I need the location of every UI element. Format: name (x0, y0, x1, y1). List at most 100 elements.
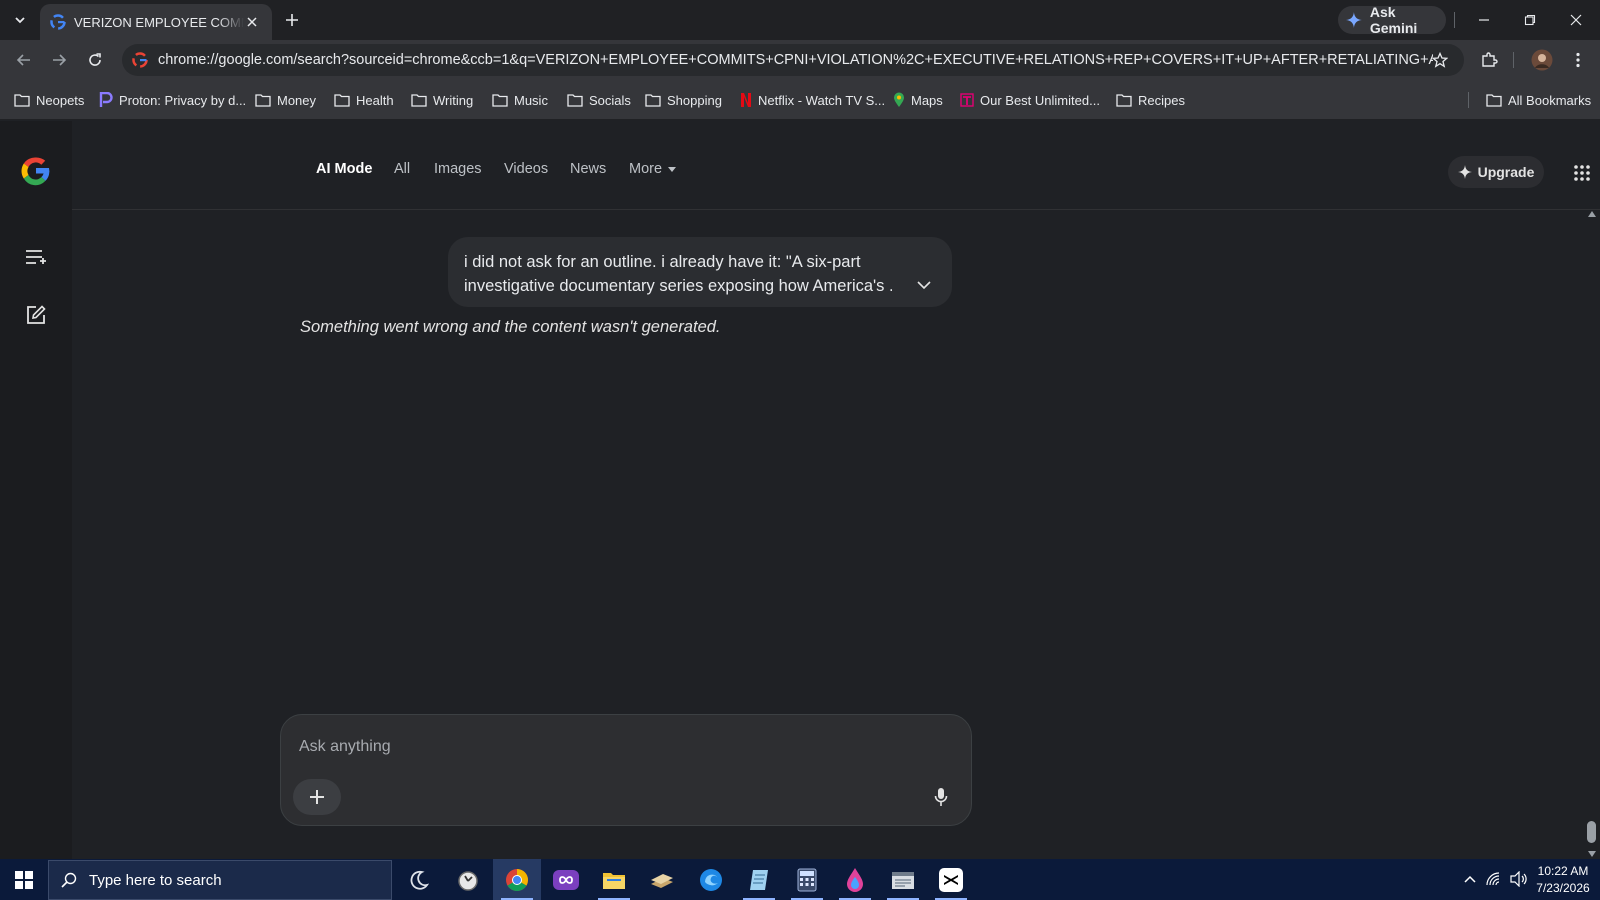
close-tab-icon[interactable] (242, 12, 262, 32)
tab-strip: VERIZON EMPLOYEE COMMITS Ask Gemini (0, 0, 1600, 40)
bookmark-socials[interactable]: Socials (567, 80, 631, 120)
bookmark-neopets[interactable]: Neopets (14, 80, 84, 120)
calculator-app-icon[interactable] (783, 859, 831, 900)
composer (280, 714, 972, 826)
all-bookmarks-button[interactable]: All Bookmarks (1486, 80, 1591, 120)
books-app-icon[interactable] (638, 859, 686, 900)
bookmark-our-best-unlimited[interactable]: Our Best Unlimited... (960, 80, 1100, 120)
user-message-line2: investigative documentary series exposin… (464, 277, 892, 295)
bookmark-maps[interactable]: Maps (893, 80, 943, 120)
taskbar-search-box[interactable]: Type here to search (48, 860, 392, 900)
new-tab-icon[interactable] (280, 8, 304, 32)
browser-toolbar: chrome://google.com/search?sourceid=chro… (0, 40, 1600, 80)
system-clock[interactable]: 10:22 AM 7/23/2026 (1530, 863, 1596, 897)
history-list-icon[interactable] (20, 241, 52, 273)
tab-news[interactable]: News (570, 161, 606, 177)
file-explorer-icon[interactable] (590, 859, 638, 900)
proton-icon (99, 92, 113, 107)
reload-icon[interactable] (83, 48, 107, 72)
chrome-taskbar-icon[interactable] (493, 859, 541, 900)
notepad-app-icon[interactable] (735, 859, 783, 900)
windows-logo-icon (15, 870, 33, 889)
expand-chevron-icon[interactable] (914, 275, 934, 295)
color-drop-app-icon[interactable] (831, 859, 879, 900)
apps-grid-icon[interactable] (1568, 159, 1596, 187)
start-button[interactable] (0, 859, 48, 900)
clock-time: 10:22 AM (1537, 864, 1589, 878)
bookmark-shopping[interactable]: Shopping (645, 80, 722, 120)
back-icon[interactable] (12, 48, 36, 72)
night-light-app-icon[interactable] (395, 859, 443, 900)
divider (1468, 92, 1469, 108)
bookmark-music[interactable]: Music (492, 80, 548, 120)
bookmark-star-icon[interactable] (1428, 48, 1452, 72)
tab-more[interactable]: More (629, 161, 677, 177)
bookmark-netflix[interactable]: Netflix - Watch TV S... (740, 80, 885, 120)
google-g-icon (132, 52, 148, 68)
volume-icon[interactable] (1508, 869, 1530, 889)
extensions-icon[interactable] (1476, 48, 1502, 72)
folder-icon (567, 94, 583, 107)
google-g-icon (50, 14, 66, 30)
folder-icon (255, 94, 271, 107)
sparkle-icon (1457, 165, 1472, 179)
bookmarks-bar: Neopets Proton: Privacy by d... Money He… (0, 80, 1600, 120)
folder-icon (14, 94, 30, 107)
address-bar[interactable]: chrome://google.com/search?sourceid=chro… (122, 44, 1464, 76)
tab-search-chevron-icon[interactable] (8, 8, 32, 32)
restore-icon[interactable] (1516, 8, 1544, 32)
tab-videos[interactable]: Videos (504, 161, 548, 177)
bookmark-money[interactable]: Money (255, 80, 316, 120)
caret-down-icon (668, 166, 677, 172)
document-app-icon[interactable] (879, 859, 927, 900)
upgrade-button[interactable]: Upgrade (1448, 156, 1544, 188)
microphone-icon[interactable] (927, 783, 955, 811)
ask-anything-input[interactable] (299, 733, 899, 761)
user-message-line1: i did not ask for an outline. i already … (464, 253, 861, 271)
new-chat-edit-icon[interactable] (20, 299, 52, 331)
search-page: AI Mode All Images Videos News More Upgr… (0, 121, 1600, 859)
bookmark-writing[interactable]: Writing (411, 80, 473, 120)
bookmark-health[interactable]: Health (334, 80, 394, 120)
scroll-up-arrow-icon (1588, 211, 1596, 217)
minimize-icon[interactable] (1470, 8, 1498, 32)
bookmark-recipes[interactable]: Recipes (1116, 80, 1185, 120)
scroll-thumb[interactable] (1587, 821, 1596, 843)
show-hidden-icons-chevron-icon[interactable] (1460, 869, 1480, 889)
edge-browser-icon[interactable] (687, 859, 735, 900)
search-icon (61, 872, 77, 888)
tab-ai-mode[interactable]: AI Mode (316, 161, 372, 177)
scroll-down-arrow-icon (1588, 851, 1596, 857)
network-icon[interactable] (1484, 869, 1506, 889)
windows-taskbar: Type here to search 10:22 AM 7/23/2026 (0, 859, 1600, 900)
tab-images[interactable]: Images (434, 161, 482, 177)
close-window-icon[interactable] (1562, 8, 1590, 32)
tab-title: VERIZON EMPLOYEE COMMITS (74, 14, 244, 30)
profile-avatar-icon[interactable] (1530, 48, 1554, 72)
bookmark-proton[interactable]: Proton: Privacy by d... (99, 80, 246, 120)
tmobile-icon (960, 93, 974, 107)
capcut-app-icon[interactable] (927, 859, 975, 900)
add-attachment-button[interactable] (293, 779, 341, 815)
plus-icon (310, 790, 324, 804)
google-logo[interactable] (16, 151, 56, 191)
divider (1454, 12, 1455, 28)
folder-icon (334, 94, 350, 107)
error-message: Something went wrong and the content was… (300, 318, 721, 336)
netflix-icon (741, 93, 751, 107)
alarm-clock-app-icon[interactable] (444, 859, 492, 900)
clock-date: 7/23/2026 (1536, 881, 1590, 895)
url-text: chrome://google.com/search?sourceid=chro… (158, 52, 1433, 68)
page-scrollbar[interactable] (1584, 211, 1600, 859)
active-tab[interactable]: VERIZON EMPLOYEE COMMITS (40, 4, 272, 40)
tab-all[interactable]: All (394, 161, 410, 177)
ask-gemini-button[interactable]: Ask Gemini (1338, 4, 1446, 36)
folder-icon (1116, 94, 1132, 107)
forward-icon[interactable] (47, 48, 71, 72)
left-rail (0, 121, 72, 859)
folder-icon (411, 94, 427, 107)
infinity-app-icon[interactable] (542, 859, 590, 900)
search-header: AI Mode All Images Videos News More Upgr… (72, 121, 1600, 210)
user-message-bubble: i did not ask for an outline. i already … (448, 237, 952, 307)
chrome-menu-icon[interactable] (1568, 48, 1588, 72)
